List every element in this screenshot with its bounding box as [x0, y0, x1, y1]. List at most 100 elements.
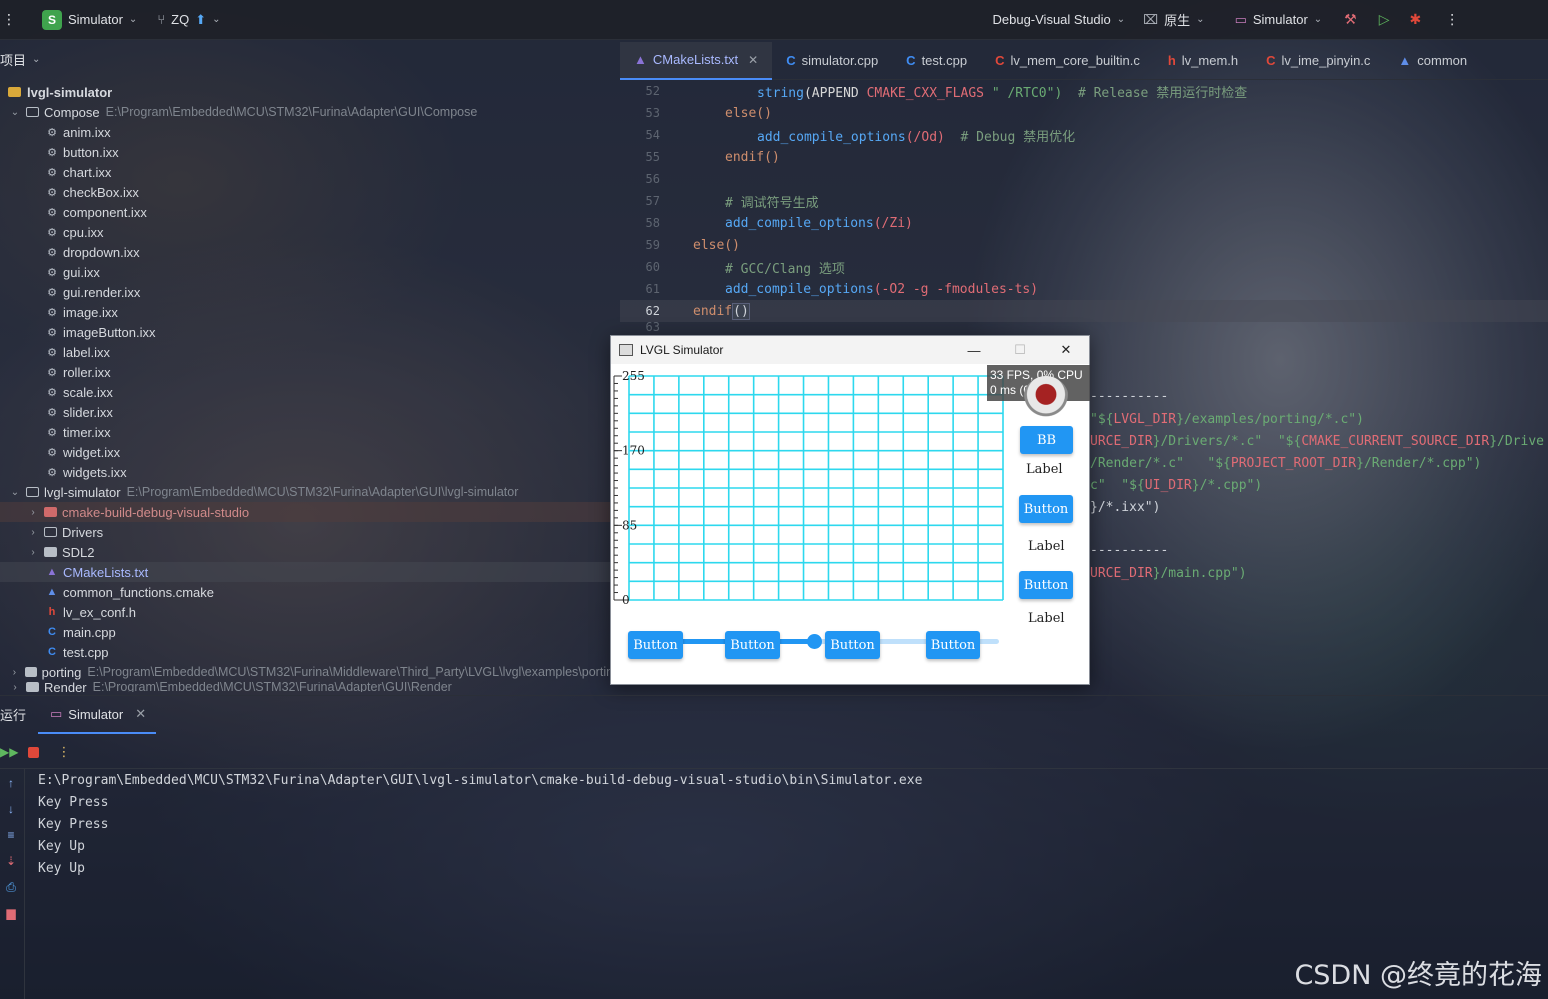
console-output[interactable]: E:\Program\Embedded\MCU\STM32\Furina\Ada… — [38, 770, 922, 880]
tree-module-item[interactable]: ⚙ imageButton.ixx — [0, 322, 620, 342]
tree-module-item[interactable]: ⚙ dropdown.ixx — [0, 242, 620, 262]
tree-module-item[interactable]: ⚙ anim.ixx — [0, 122, 620, 142]
header-file-icon: h — [1167, 53, 1176, 68]
right-button-1[interactable]: Button — [1019, 495, 1073, 523]
tree-module-item[interactable]: ⚙ button.ixx — [0, 142, 620, 162]
more-options-icon[interactable]: ⋮ — [1445, 11, 1459, 28]
line-number: 56 — [645, 172, 660, 186]
minimize-icon[interactable]: — — [951, 336, 997, 364]
tree-root[interactable]: lvgl-simulator — [0, 82, 620, 102]
tree-module-item[interactable]: ⚙ label.ixx — [0, 342, 620, 362]
tree-label: checkBox.ixx — [63, 184, 139, 200]
code-token: else() — [725, 105, 772, 121]
slider-knob[interactable] — [807, 634, 822, 649]
right-button-2[interactable]: Button — [1019, 571, 1073, 599]
module-file-icon: ⚙ — [47, 346, 57, 359]
tree-module-item[interactable]: ⚙ component.ixx — [0, 202, 620, 222]
tree-file-lv-ex-conf[interactable]: h lv_ex_conf.h — [0, 602, 620, 622]
toolchain-selector[interactable]: ⌧ 原生 ⌄ — [1143, 10, 1204, 29]
stop-icon[interactable] — [28, 746, 40, 758]
print-icon[interactable]: ⎙ — [0, 874, 22, 900]
bottom-button-3[interactable]: Button — [825, 631, 880, 659]
tree-module-item[interactable]: ⚙ widgets.ixx — [0, 462, 620, 482]
rerun-icon[interactable]: ▶▶ — [0, 745, 18, 759]
project-panel-header[interactable]: 项目 ⌄ — [0, 50, 40, 69]
tab-run-simulator[interactable]: ▭ Simulator ✕ — [38, 696, 156, 734]
tree-file-common-functions[interactable]: ▲ common_functions.cmake — [0, 582, 620, 602]
bottom-button-1[interactable]: Button — [628, 631, 683, 659]
project-selector[interactable]: S Simulator ⌄ — [42, 9, 137, 30]
folder-icon — [44, 527, 57, 537]
tree-folder-compose[interactable]: ⌄ Compose E:\Program\Embedded\MCU\STM32\… — [0, 102, 620, 122]
tree-module-item[interactable]: ⚙ cpu.ixx — [0, 222, 620, 242]
module-file-icon: ⚙ — [47, 186, 57, 199]
close-icon[interactable]: ✕ — [748, 53, 758, 67]
tab-lv-mem-h[interactable]: h lv_mem.h — [1154, 42, 1252, 80]
module-file-icon: ⚙ — [47, 366, 57, 379]
code-line: 59 else() — [620, 234, 1548, 256]
tab-test-cpp[interactable]: C test.cpp — [892, 42, 981, 80]
maximize-icon[interactable]: ☐ — [997, 336, 1043, 364]
code-token: PROJECT_ROOT_DIR — [1230, 456, 1357, 471]
code-token: string — [757, 85, 804, 101]
tree-module-item[interactable]: ⚙ chart.ixx — [0, 162, 620, 182]
branch-selector[interactable]: ⑂ ZQ ⬆ ⌄ — [157, 12, 220, 28]
tree-label: Render — [44, 682, 87, 692]
main-menu-icon[interactable]: ⋮ — [2, 11, 16, 28]
tree-folder-build[interactable]: › cmake-build-debug-visual-studio — [0, 502, 620, 522]
window-icon: ▭ — [1234, 11, 1247, 27]
image-button-emblem[interactable] — [1023, 376, 1069, 422]
bottom-button-4[interactable]: Button — [926, 631, 980, 659]
tree-module-item[interactable]: ⚙ timer.ixx — [0, 422, 620, 442]
bottom-button-2[interactable]: Button — [725, 631, 780, 659]
tab-label: Simulator — [68, 706, 124, 722]
scroll-to-end-icon[interactable]: ⇣ — [0, 848, 22, 874]
code-token: (APPEND — [803, 85, 867, 101]
code-token: " /RTC0") — [984, 85, 1063, 101]
line-number: 55 — [645, 150, 660, 164]
tree-file-cmakelists[interactable]: ▲ CMakeLists.txt — [0, 562, 620, 582]
tree-module-item[interactable]: ⚙ image.ixx — [0, 302, 620, 322]
code-editor[interactable]: 52 string(APPEND CMAKE_CXX_FLAGS " /RTC0… — [620, 80, 1548, 332]
tab-lv-ime-pinyin[interactable]: C lv_ime_pinyin.c — [1252, 42, 1384, 80]
build-hammer-icon[interactable]: ⚒ — [1344, 11, 1357, 28]
bb-button[interactable]: BB — [1020, 426, 1073, 454]
run-play-icon[interactable]: ▷ — [1379, 11, 1390, 28]
tree-folder-sdl2[interactable]: › SDL2 — [0, 542, 620, 562]
tree-module-item[interactable]: ⚙ slider.ixx — [0, 402, 620, 422]
config-selector[interactable]: Debug-Visual Studio ⌄ — [992, 12, 1125, 27]
tree-folder-porting[interactable]: › porting E:\Program\Embedded\MCU\STM32\… — [0, 662, 620, 682]
run-tool-window-header: 运行 ▭ Simulator ✕ — [0, 695, 1548, 734]
tree-module-item[interactable]: ⚙ roller.ixx — [0, 362, 620, 382]
soft-wrap-icon[interactable]: ≡ — [0, 822, 22, 848]
arrow-up-icon[interactable]: ↑ — [0, 770, 22, 796]
app-icon — [619, 344, 633, 356]
debug-bug-icon[interactable]: ✱ — [1410, 11, 1422, 28]
console-line: Key Press — [38, 817, 109, 832]
tree-module-item[interactable]: ⚙ gui.ixx — [0, 262, 620, 282]
code-token: UI_DIR — [1144, 478, 1192, 493]
tree-file-main[interactable]: C main.cpp — [0, 622, 620, 642]
tab-common[interactable]: ▲ common — [1384, 42, 1481, 80]
lvgl-simulator-window[interactable]: LVGL Simulator — ☐ ✕ 255 170 85 0 33 FPS, 0… — [610, 335, 1090, 685]
tree-folder-simulator[interactable]: ⌄ lvgl-simulator E:\Program\Embedded\MCU… — [0, 482, 620, 502]
tab-cmakelists[interactable]: ▲ CMakeLists.txt ✕ — [620, 41, 773, 80]
run-target-selector[interactable]: ▭ Simulator ⌄ — [1235, 12, 1323, 28]
close-icon[interactable]: ✕ — [1043, 336, 1089, 364]
tree-folder-drivers[interactable]: › Drivers — [0, 522, 620, 542]
tab-simulator-cpp[interactable]: C simulator.cpp — [772, 42, 892, 80]
tree-module-item[interactable]: ⚙ checkBox.ixx — [0, 182, 620, 202]
chevron-down-icon: ⌄ — [1116, 14, 1126, 25]
arrow-down-icon[interactable]: ↓ — [0, 796, 22, 822]
trash-icon[interactable]: ▆ — [0, 900, 22, 926]
tree-module-item[interactable]: ⚙ widget.ixx — [0, 442, 620, 462]
tree-module-item[interactable]: ⚙ scale.ixx — [0, 382, 620, 402]
module-file-icon: ⚙ — [47, 326, 57, 339]
tree-module-item[interactable]: ⚙ gui.render.ixx — [0, 282, 620, 302]
more-options-icon[interactable]: ⋮ — [57, 744, 70, 760]
close-icon[interactable]: ✕ — [135, 706, 146, 722]
console-line: E:\Program\Embedded\MCU\STM32\Furina\Ada… — [38, 773, 923, 788]
tab-lv-mem-core[interactable]: C lv_mem_core_builtin.c — [981, 42, 1154, 80]
tree-folder-render[interactable]: › Render E:\Program\Embedded\MCU\STM32\F… — [0, 682, 620, 692]
tree-file-test[interactable]: C test.cpp — [0, 642, 620, 662]
